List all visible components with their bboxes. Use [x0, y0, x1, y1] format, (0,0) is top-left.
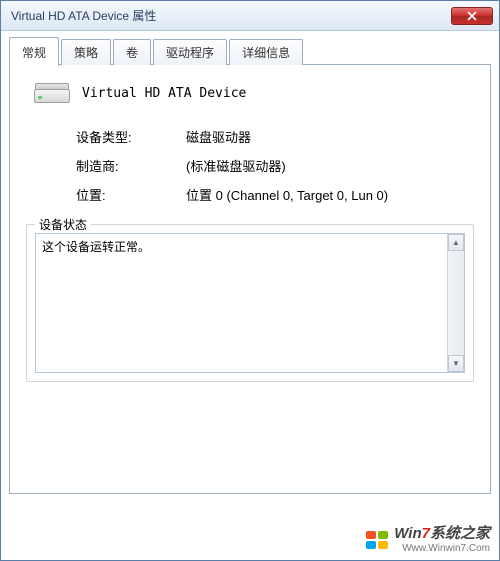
scrollbar-vertical[interactable]: ▲ ▼ [447, 234, 464, 372]
scroll-up-button[interactable]: ▲ [448, 234, 464, 251]
watermark: Win7系统之家 Www.Winwin7.Com [366, 525, 490, 555]
label-manufacturer: 制造商: [76, 156, 186, 175]
device-status-text: 这个设备运转正常。 [42, 240, 150, 254]
close-icon [467, 11, 477, 21]
close-button[interactable] [451, 7, 493, 25]
title-bar: Virtual HD ATA Device 属性 [1, 1, 499, 31]
chevron-down-icon: ▼ [452, 359, 460, 368]
value-location: 位置 0 (Channel 0, Target 0, Lun 0) [186, 185, 474, 204]
label-device-type: 设备类型: [76, 127, 186, 146]
watermark-prefix: Win [394, 525, 421, 542]
tab-strip: 常规 策略 卷 驱动程序 详细信息 [9, 37, 491, 65]
label-location: 位置: [76, 185, 186, 204]
chevron-up-icon: ▲ [452, 238, 460, 247]
row-device-type: 设备类型: 磁盘驱动器 [76, 127, 474, 146]
row-location: 位置: 位置 0 (Channel 0, Target 0, Lun 0) [76, 185, 474, 204]
disk-drive-icon [34, 79, 70, 107]
tab-general[interactable]: 常规 [9, 37, 59, 66]
value-manufacturer: (标准磁盘驱动器) [186, 156, 474, 175]
device-info-table: 设备类型: 磁盘驱动器 制造商: (标准磁盘驱动器) 位置: 位置 0 (Cha… [76, 127, 474, 204]
device-status-textarea[interactable]: 这个设备运转正常。 ▲ ▼ [35, 233, 465, 373]
properties-dialog: Virtual HD ATA Device 属性 常规 策略 卷 驱动程序 详细… [0, 0, 500, 561]
watermark-suffix: 系统之家 [430, 525, 490, 542]
value-device-type: 磁盘驱动器 [186, 127, 474, 146]
watermark-highlight: 7 [422, 525, 430, 542]
row-manufacturer: 制造商: (标准磁盘驱动器) [76, 156, 474, 175]
device-name: Virtual HD ATA Device [82, 86, 246, 101]
device-status-group: 设备状态 这个设备运转正常。 ▲ ▼ [26, 224, 474, 382]
device-header: Virtual HD ATA Device [26, 79, 474, 107]
device-status-legend: 设备状态 [35, 216, 91, 233]
tab-panel-general: Virtual HD ATA Device 设备类型: 磁盘驱动器 制造商: (… [9, 64, 491, 494]
window-title: Virtual HD ATA Device 属性 [11, 7, 156, 24]
tab-container: 常规 策略 卷 驱动程序 详细信息 Virtual HD ATA Device … [1, 31, 499, 494]
watermark-text: Win7系统之家 Www.Winwin7.Com [394, 525, 490, 555]
tab-details[interactable]: 详细信息 [229, 39, 303, 65]
tab-driver[interactable]: 驱动程序 [153, 39, 227, 65]
windows-logo-icon [366, 531, 388, 549]
scroll-down-button[interactable]: ▼ [448, 355, 464, 372]
tab-policies[interactable]: 策略 [61, 39, 111, 65]
watermark-url: Www.Winwin7.Com [394, 543, 490, 555]
tab-volumes[interactable]: 卷 [113, 39, 151, 65]
